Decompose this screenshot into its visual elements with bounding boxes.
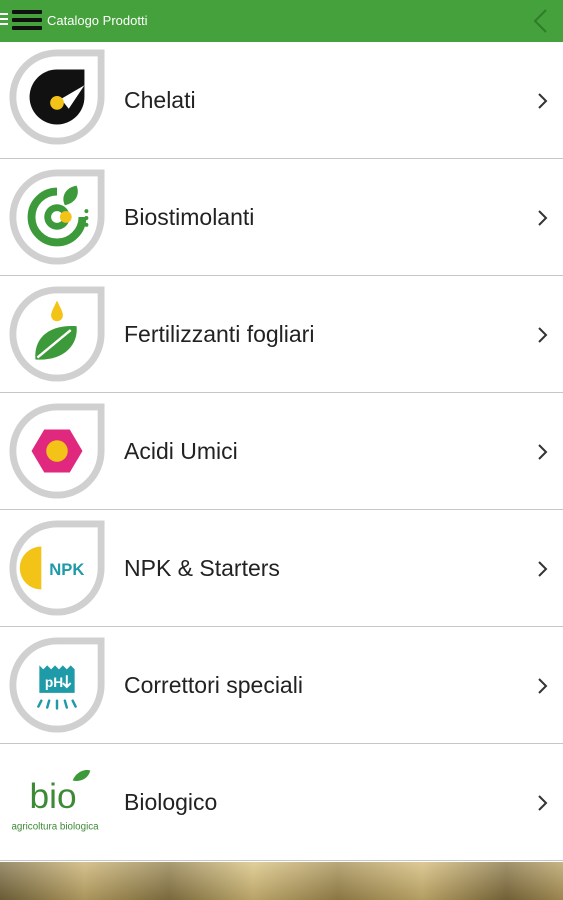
chevron-right-icon [538, 327, 548, 343]
category-label: NPK & Starters [124, 555, 280, 581]
bio-logo: bio agricoltura biologica [11, 769, 99, 832]
category-label: Chelati [124, 87, 196, 113]
hamburger-icon[interactable] [12, 10, 42, 32]
bio-logo-subtext: agricoltura biologica [11, 821, 99, 832]
biostimolanti-icon [9, 169, 105, 265]
category-item-biostimolanti[interactable]: Biostimolanti [0, 159, 563, 276]
npk-icon: NPK [9, 520, 105, 616]
category-label: Correttori speciali [124, 672, 303, 698]
chevron-right-icon [538, 93, 548, 109]
chevron-right-icon [538, 210, 548, 226]
category-label: Fertilizzanti fogliari [124, 321, 315, 347]
ph-icon-text: pH [45, 675, 63, 690]
chevron-right-icon [538, 444, 548, 460]
category-item-fertilizzanti-fogliari[interactable]: Fertilizzanti fogliari [0, 276, 563, 393]
drawer-indicator-icon[interactable] [0, 13, 8, 27]
category-label: Biologico [124, 789, 218, 815]
background-photo [0, 862, 563, 900]
category-item-biologico[interactable]: bio agricoltura biologica Biologico [0, 744, 563, 861]
category-item-npk-starters[interactable]: NPK NPK & Starters [0, 510, 563, 627]
chevron-left-icon[interactable] [531, 8, 551, 34]
hexagon-icon [9, 403, 105, 499]
app-title: Catalogo Prodotti [47, 13, 148, 28]
category-item-acidi-umici[interactable]: Acidi Umici [0, 393, 563, 510]
bio-logo-text: bio [30, 777, 77, 816]
ph-icon: pH [9, 637, 105, 733]
app-bar: Catalogo Prodotti [0, 0, 563, 42]
category-label: Biostimolanti [124, 204, 255, 230]
category-list: Chelati Biostimolanti Fertilizzanti fogl… [0, 42, 563, 861]
category-item-chelati[interactable]: Chelati [0, 42, 563, 159]
chevron-right-icon [538, 678, 548, 694]
npk-icon-text: NPK [49, 560, 84, 579]
chevron-right-icon [538, 561, 548, 577]
chevron-right-icon [538, 795, 548, 811]
chelati-icon [9, 49, 105, 145]
category-item-correttori-speciali[interactable]: pH Correttori speciali [0, 627, 563, 744]
leaf-drop-icon [9, 286, 105, 382]
category-label: Acidi Umici [124, 438, 238, 464]
